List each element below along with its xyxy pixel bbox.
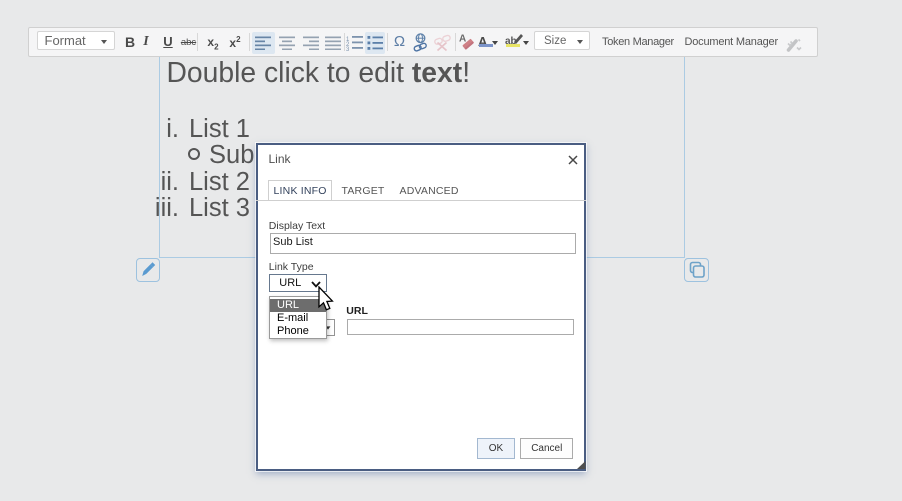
- svg-text:3: 3: [346, 47, 350, 51]
- svg-text:A: A: [459, 34, 466, 45]
